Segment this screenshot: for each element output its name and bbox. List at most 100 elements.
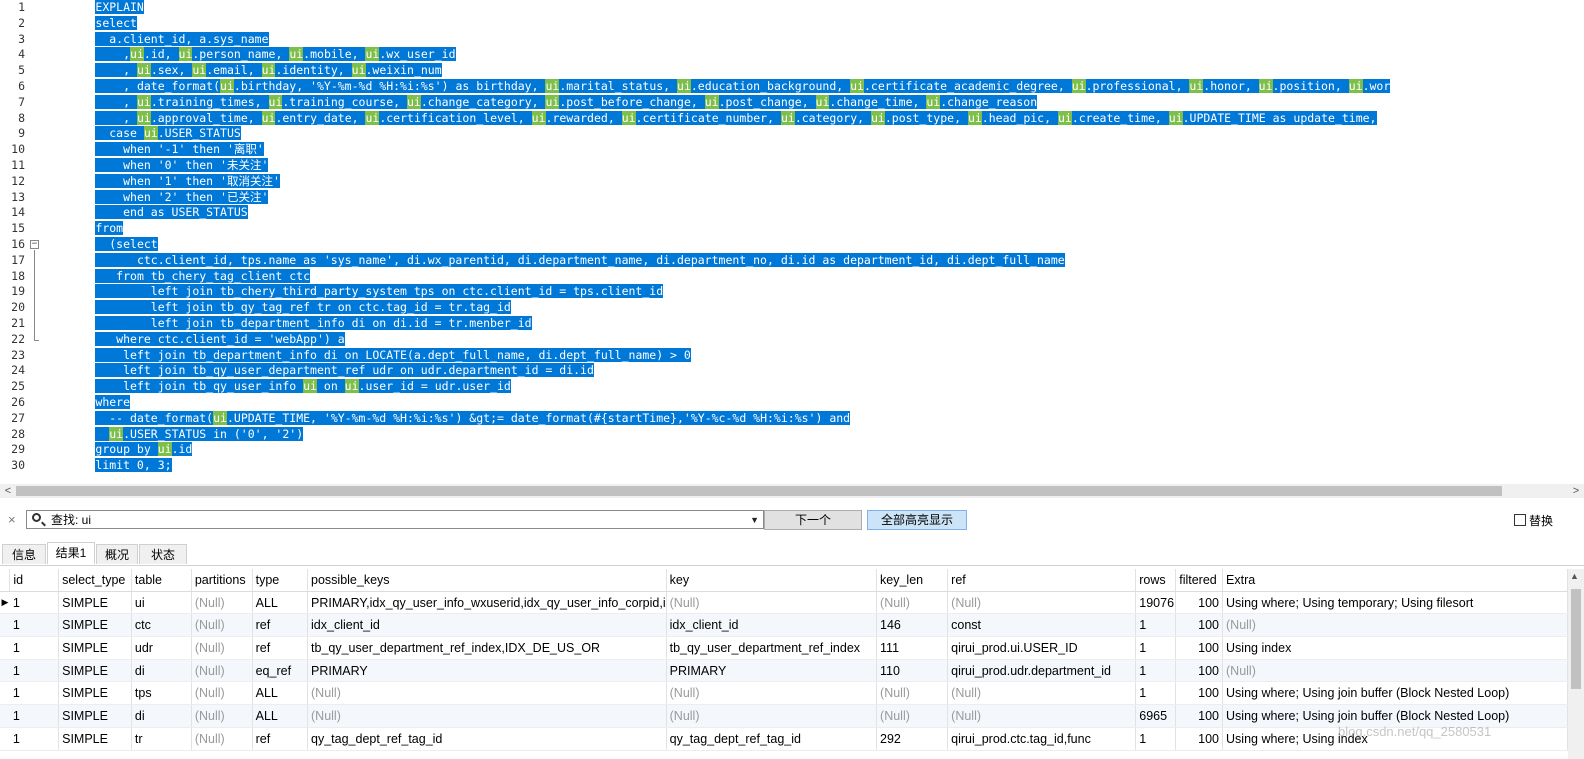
- table-cell-table[interactable]: ui: [131, 591, 192, 615]
- code-line[interactable]: , ui.sex, ui.email, ui.identity, ui.weix…: [40, 63, 442, 79]
- table-cell-rows[interactable]: 1: [1135, 727, 1177, 751]
- table-cell-select-type[interactable]: SIMPLE: [58, 659, 132, 683]
- table-cell-id[interactable]: 1: [9, 591, 60, 615]
- table-cell-select-type[interactable]: SIMPLE: [58, 681, 132, 706]
- table-cell-ref[interactable]: (Null): [947, 681, 1137, 706]
- table-cell-table[interactable]: di: [131, 704, 192, 728]
- table-cell-ref[interactable]: qirui_prod.ui.USER_ID: [947, 636, 1137, 660]
- scrollbar-thumb[interactable]: [1571, 589, 1581, 689]
- close-icon[interactable]: ×: [8, 512, 16, 527]
- tab-info[interactable]: 信息: [2, 544, 46, 564]
- table-cell-rows[interactable]: 1: [1135, 636, 1177, 660]
- table-cell-partitions[interactable]: (Null): [191, 727, 253, 751]
- table-cell-select-type[interactable]: SIMPLE: [58, 591, 132, 615]
- table-cell-key-len[interactable]: (Null): [876, 591, 949, 615]
- table-cell-extra[interactable]: Using index: [1222, 636, 1568, 660]
- table-row[interactable]: 1 SIMPLE di (Null) eq_ref PRIMARY PRIMARY 110 qi…: [0, 659, 1568, 683]
- column-header[interactable]: key: [666, 569, 878, 592]
- table-cell-key[interactable]: (Null): [666, 681, 878, 706]
- table-cell-key-len[interactable]: 292: [876, 727, 949, 751]
- table-cell-id[interactable]: 1: [9, 681, 60, 706]
- column-header[interactable]: id: [9, 569, 60, 592]
- code-line[interactable]: limit 0, 3;: [40, 458, 172, 474]
- results-grid[interactable]: id select_type table partitions type pos…: [0, 569, 1568, 759]
- table-cell-select-type[interactable]: SIMPLE: [58, 613, 132, 638]
- scrollbar-thumb[interactable]: [16, 486, 1502, 496]
- code-line[interactable]: when '0' then '未关注': [40, 158, 269, 174]
- column-header[interactable]: select_type: [58, 569, 132, 592]
- table-cell-extra[interactable]: (Null): [1222, 613, 1568, 638]
- code-line[interactable]: where ctc.client_id = 'webApp') a: [40, 331, 345, 348]
- table-cell-filtered[interactable]: 100: [1175, 659, 1224, 683]
- code-line[interactable]: , ui.approval_time, ui.entry_date, ui.ce…: [40, 110, 1377, 127]
- code-line[interactable]: EXPLAIN: [40, 0, 144, 16]
- table-cell-key[interactable]: qy_tag_dept_ref_tag_id: [666, 727, 878, 751]
- code-line[interactable]: left join tb_qy_user_info ui on ui.user_…: [40, 379, 511, 395]
- table-cell-ref[interactable]: (Null): [947, 591, 1137, 615]
- table-cell-type[interactable]: ALL: [252, 681, 309, 706]
- table-cell-type[interactable]: ref: [252, 727, 309, 751]
- table-cell-possible-keys[interactable]: tb_qy_user_department_ref_index,IDX_DE_U…: [307, 636, 667, 660]
- table-cell-filtered[interactable]: 100: [1175, 613, 1224, 638]
- table-cell-rows[interactable]: 1: [1135, 681, 1177, 706]
- table-cell-ref[interactable]: (Null): [947, 704, 1137, 728]
- table-cell-extra[interactable]: Using where; Using join buffer (Block Ne…: [1222, 681, 1568, 706]
- table-cell-possible-keys[interactable]: PRIMARY,idx_qy_user_info_wxuserid,idx_qy…: [307, 591, 667, 615]
- code-line[interactable]: case ui.USER_STATUS: [40, 126, 241, 142]
- replace-checkbox[interactable]: [1514, 514, 1526, 526]
- table-cell-id[interactable]: 1: [9, 613, 60, 638]
- sql-editor[interactable]: 1 2 3 4 5 6 7 8 9 10 11 12 13 14 15 16 17 18 19 20 21 22 23 24 2…: [0, 0, 1584, 484]
- code-line[interactable]: , date_format(ui.birthday, '%Y-%m-%d %H:…: [40, 79, 1391, 95]
- column-header[interactable]: key_len: [876, 569, 949, 592]
- column-header[interactable]: rows: [1135, 569, 1177, 592]
- tab-status[interactable]: 状态: [139, 544, 187, 564]
- table-cell-id[interactable]: 1: [9, 659, 60, 683]
- table-cell-select-type[interactable]: SIMPLE: [58, 704, 132, 728]
- vertical-scrollbar[interactable]: ▲: [1568, 569, 1584, 759]
- table-cell-possible-keys[interactable]: (Null): [307, 681, 667, 706]
- table-cell-type[interactable]: eq_ref: [252, 659, 309, 683]
- code-line[interactable]: when '1' then '取消关注': [40, 173, 280, 190]
- code-line[interactable]: a.client_id, a.sys_name: [40, 31, 269, 48]
- table-cell-partitions[interactable]: (Null): [191, 659, 253, 683]
- tab-profile[interactable]: 概况: [96, 544, 138, 564]
- table-cell-extra[interactable]: Using where; Using temporary; Using file…: [1222, 591, 1568, 615]
- code-line[interactable]: ,ui.id, ui.person_name, ui.mobile, ui.wx…: [40, 47, 456, 63]
- table-cell-table[interactable]: tps: [131, 681, 192, 706]
- code-line[interactable]: from: [40, 221, 124, 237]
- tab-result1[interactable]: 结果1: [47, 542, 95, 564]
- scroll-up-icon[interactable]: ▲: [1570, 571, 1579, 581]
- code-line[interactable]: left join tb_department_info di on di.id…: [40, 316, 532, 332]
- column-header[interactable]: partitions: [191, 569, 253, 592]
- table-cell-type[interactable]: ref: [252, 636, 309, 660]
- code-line[interactable]: -- date_format(ui.UPDATE_TIME, '%Y-%m-%d…: [40, 410, 851, 427]
- code-line[interactable]: left join tb_department_info di on LOCAT…: [40, 347, 691, 364]
- table-cell-partitions[interactable]: (Null): [191, 704, 253, 728]
- code-line[interactable]: (select: [40, 237, 158, 253]
- code-line[interactable]: select: [40, 15, 137, 32]
- table-cell-rows[interactable]: 19076: [1135, 591, 1177, 615]
- table-cell-type[interactable]: ALL: [252, 591, 309, 615]
- table-cell-possible-keys[interactable]: (Null): [307, 704, 667, 728]
- table-cell-id[interactable]: 1: [9, 704, 60, 728]
- table-cell-rows[interactable]: 1: [1135, 659, 1177, 683]
- find-next-button[interactable]: 下一个: [764, 510, 862, 530]
- find-input[interactable]: 查找: ui ▼: [26, 510, 764, 529]
- column-header[interactable]: Extra: [1222, 569, 1568, 592]
- table-cell-table[interactable]: di: [131, 659, 192, 683]
- table-cell-key[interactable]: tb_qy_user_department_ref_index: [666, 636, 878, 660]
- table-cell-type[interactable]: ALL: [252, 704, 309, 728]
- column-header[interactable]: table: [131, 569, 192, 592]
- table-cell-select-type[interactable]: SIMPLE: [58, 636, 132, 660]
- table-cell-key-len[interactable]: 146: [876, 613, 949, 638]
- table-cell-filtered[interactable]: 100: [1175, 681, 1224, 706]
- code-line[interactable]: when '-1' then '离职': [40, 142, 264, 158]
- table-cell-partitions[interactable]: (Null): [191, 591, 253, 615]
- table-cell-id[interactable]: 1: [9, 727, 60, 751]
- table-cell-key-len[interactable]: (Null): [876, 704, 949, 728]
- table-row[interactable]: 1 SIMPLE tr (Null) ref qy_tag_dept_ref_tag_id…: [0, 727, 1568, 751]
- table-cell-key[interactable]: idx_client_id: [666, 613, 878, 638]
- table-cell-id[interactable]: 1: [9, 636, 60, 660]
- code-line[interactable]: , ui.training_times, ui.training_course,…: [40, 94, 1038, 111]
- code-line[interactable]: from tb_chery_tag_client ctc: [40, 268, 311, 285]
